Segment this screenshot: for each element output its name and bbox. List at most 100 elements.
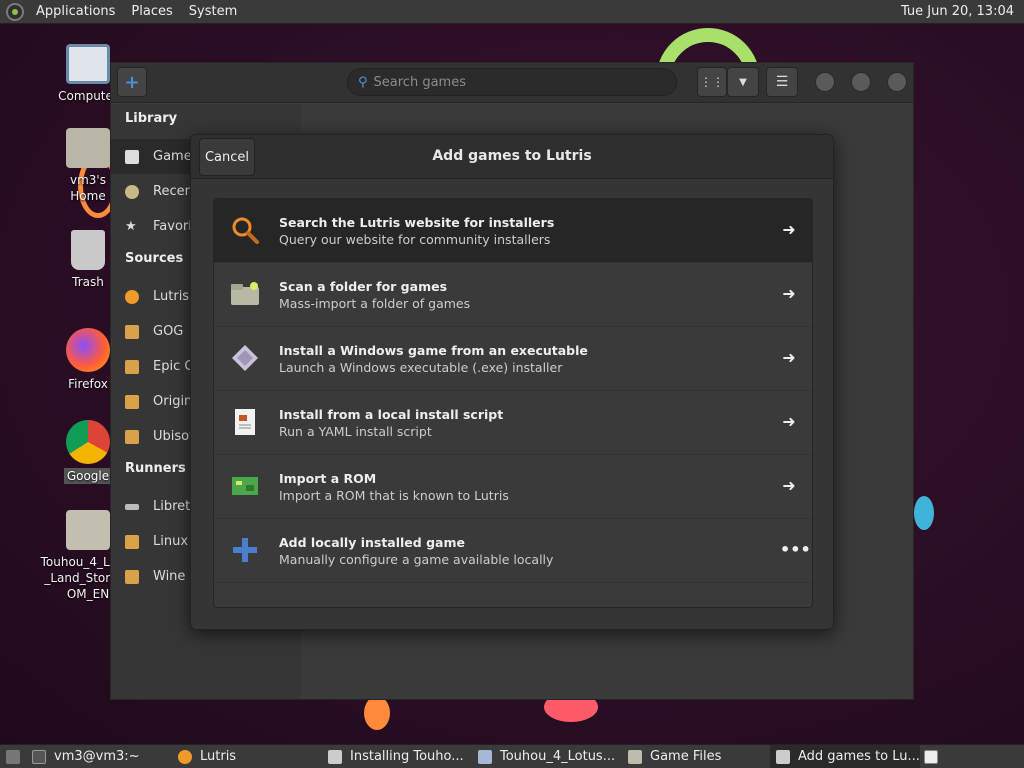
- option-description: Query our website for community installe…: [279, 232, 551, 247]
- option-description: Manually configure a game available loca…: [279, 552, 554, 567]
- epic-icon: [125, 359, 139, 374]
- arrow-right-icon: ➜: [782, 412, 796, 431]
- decor-blob-orange: [364, 696, 390, 730]
- places-menu[interactable]: Places: [123, 4, 180, 19]
- folder-icon: [230, 279, 260, 309]
- sidebar-item-label: Lutris: [153, 289, 190, 304]
- folder-icon: [66, 510, 110, 550]
- task-game-files[interactable]: Game Files: [622, 745, 770, 768]
- window-icon: [776, 749, 790, 764]
- terminal-icon: [32, 749, 46, 764]
- sidebar-item-label: Wine: [153, 569, 186, 584]
- show-desktop-icon: [6, 749, 20, 764]
- linux-icon: [125, 534, 139, 549]
- task-installing[interactable]: Installing Touho...: [322, 745, 472, 768]
- close-button[interactable]: [887, 72, 907, 92]
- grid-icon: ⋮⋮: [700, 75, 724, 89]
- dialog-header: Cancel Add games to Lutris: [191, 135, 833, 179]
- clock[interactable]: Tue Jun 20, 13:04: [901, 4, 1018, 19]
- more-options-icon: •••: [780, 540, 811, 559]
- task-label: Add games to Lu...: [798, 749, 920, 764]
- option-title: Import a ROM: [279, 471, 377, 486]
- gamepad-icon: [125, 149, 139, 164]
- chrome-icon: [66, 420, 110, 464]
- option-install-script[interactable]: Install from a local install script Run …: [214, 391, 812, 455]
- dialog-title: Add games to Lutris: [432, 148, 592, 164]
- option-add-local-game[interactable]: Add locally installed game Manually conf…: [214, 519, 812, 583]
- rom-icon: [230, 471, 260, 501]
- search-games-input[interactable]: ⚲ Search games: [347, 68, 677, 96]
- lutris-headerbar: + ⚲ Search games ⋮⋮ ▼ ☰: [111, 63, 913, 103]
- folder-icon: [628, 749, 642, 764]
- option-text: Install a Windows game from an executabl…: [279, 343, 588, 377]
- task-label: vm3@vm3:~: [54, 749, 140, 764]
- home-folder-icon: [66, 128, 110, 168]
- option-import-rom[interactable]: Import a ROM Import a ROM that is known …: [214, 455, 812, 519]
- task-add-games[interactable]: Add games to Lu...: [770, 744, 920, 768]
- arrow-right-icon: ➜: [782, 476, 796, 495]
- window-icon: [328, 749, 342, 764]
- option-description: Import a ROM that is known to Lutris: [279, 488, 509, 503]
- arrow-right-icon: ➜: [782, 284, 796, 303]
- option-description: Launch a Windows executable (.exe) insta…: [279, 360, 563, 375]
- option-title: Search the Lutris website for installers: [279, 215, 555, 230]
- show-desktop-button[interactable]: [0, 745, 26, 768]
- add-game-button[interactable]: +: [117, 67, 147, 97]
- workspace-switcher[interactable]: [920, 745, 942, 768]
- computer-icon: [66, 44, 110, 84]
- option-text: Scan a folder for games Mass-import a fo…: [279, 279, 470, 313]
- star-icon: ★: [125, 218, 137, 234]
- task-label: Installing Touho...: [350, 749, 464, 764]
- top-menu: Applications Places System: [6, 2, 245, 21]
- task-terminal[interactable]: vm3@vm3:~: [26, 745, 172, 768]
- lutris-icon: [178, 749, 192, 764]
- clock-icon: [125, 184, 139, 199]
- hamburger-icon: ☰: [775, 74, 789, 90]
- option-text: Search the Lutris website for installers…: [279, 215, 554, 249]
- top-panel: Applications Places System Tue Jun 20, 1…: [0, 0, 1024, 24]
- option-scan-folder[interactable]: Scan a folder for games Mass-import a fo…: [214, 263, 812, 327]
- grid-view-button[interactable]: ⋮⋮: [697, 67, 727, 97]
- option-title: Install from a local install script: [279, 407, 504, 422]
- desktop-icon-label: Google: [63, 468, 113, 484]
- option-install-executable[interactable]: Install a Windows game from an executabl…: [214, 327, 812, 391]
- origin-icon: [125, 394, 139, 409]
- option-search-website[interactable]: Search the Lutris website for installers…: [214, 199, 812, 263]
- option-description: Mass-import a folder of games: [279, 296, 471, 311]
- trash-icon: [71, 230, 105, 270]
- maximize-button[interactable]: [851, 72, 871, 92]
- add-options-list: Search the Lutris website for installers…: [213, 198, 813, 608]
- lutris-icon: [125, 289, 139, 304]
- arrow-right-icon: ➜: [782, 348, 796, 367]
- option-title: Install a Windows game from an executabl…: [279, 343, 588, 358]
- task-label: Touhou_4_Lotus...: [500, 749, 616, 764]
- applications-menu[interactable]: Applications: [28, 4, 123, 19]
- task-label: Lutris: [200, 749, 237, 764]
- option-description: Run a YAML install script: [279, 424, 432, 439]
- firefox-icon: [66, 328, 110, 372]
- sidebar-item-label: Linux: [153, 534, 189, 549]
- decor-blob-cyan: [914, 496, 934, 530]
- system-menu[interactable]: System: [181, 4, 245, 19]
- chevron-down-icon: ▼: [739, 76, 747, 88]
- option-title: Scan a folder for games: [279, 279, 448, 294]
- option-text: Install from a local install script Run …: [279, 407, 503, 441]
- wine-icon: [125, 569, 139, 584]
- mint-logo-icon[interactable]: [6, 2, 24, 21]
- task-lutris[interactable]: Lutris: [172, 745, 322, 768]
- bottom-taskbar: vm3@vm3:~ Lutris Installing Touho... Tou…: [0, 744, 1024, 768]
- plus-icon: +: [124, 71, 140, 93]
- minimize-button[interactable]: [815, 72, 835, 92]
- wine-icon: [478, 749, 492, 764]
- sidebar-item-label: Origin: [153, 394, 193, 409]
- plus-icon: [230, 535, 260, 565]
- main-menu-button[interactable]: ☰: [766, 67, 798, 97]
- ubisoft-icon: [125, 429, 139, 444]
- view-options-dropdown[interactable]: ▼: [727, 67, 759, 97]
- gog-icon: [125, 324, 139, 339]
- option-text: Add locally installed game Manually conf…: [279, 535, 553, 569]
- search-placeholder: Search games: [373, 74, 466, 90]
- sidebar-item-label: GOG: [153, 324, 184, 339]
- task-touhou[interactable]: Touhou_4_Lotus...: [472, 745, 622, 768]
- arrow-right-icon: ➜: [782, 220, 796, 239]
